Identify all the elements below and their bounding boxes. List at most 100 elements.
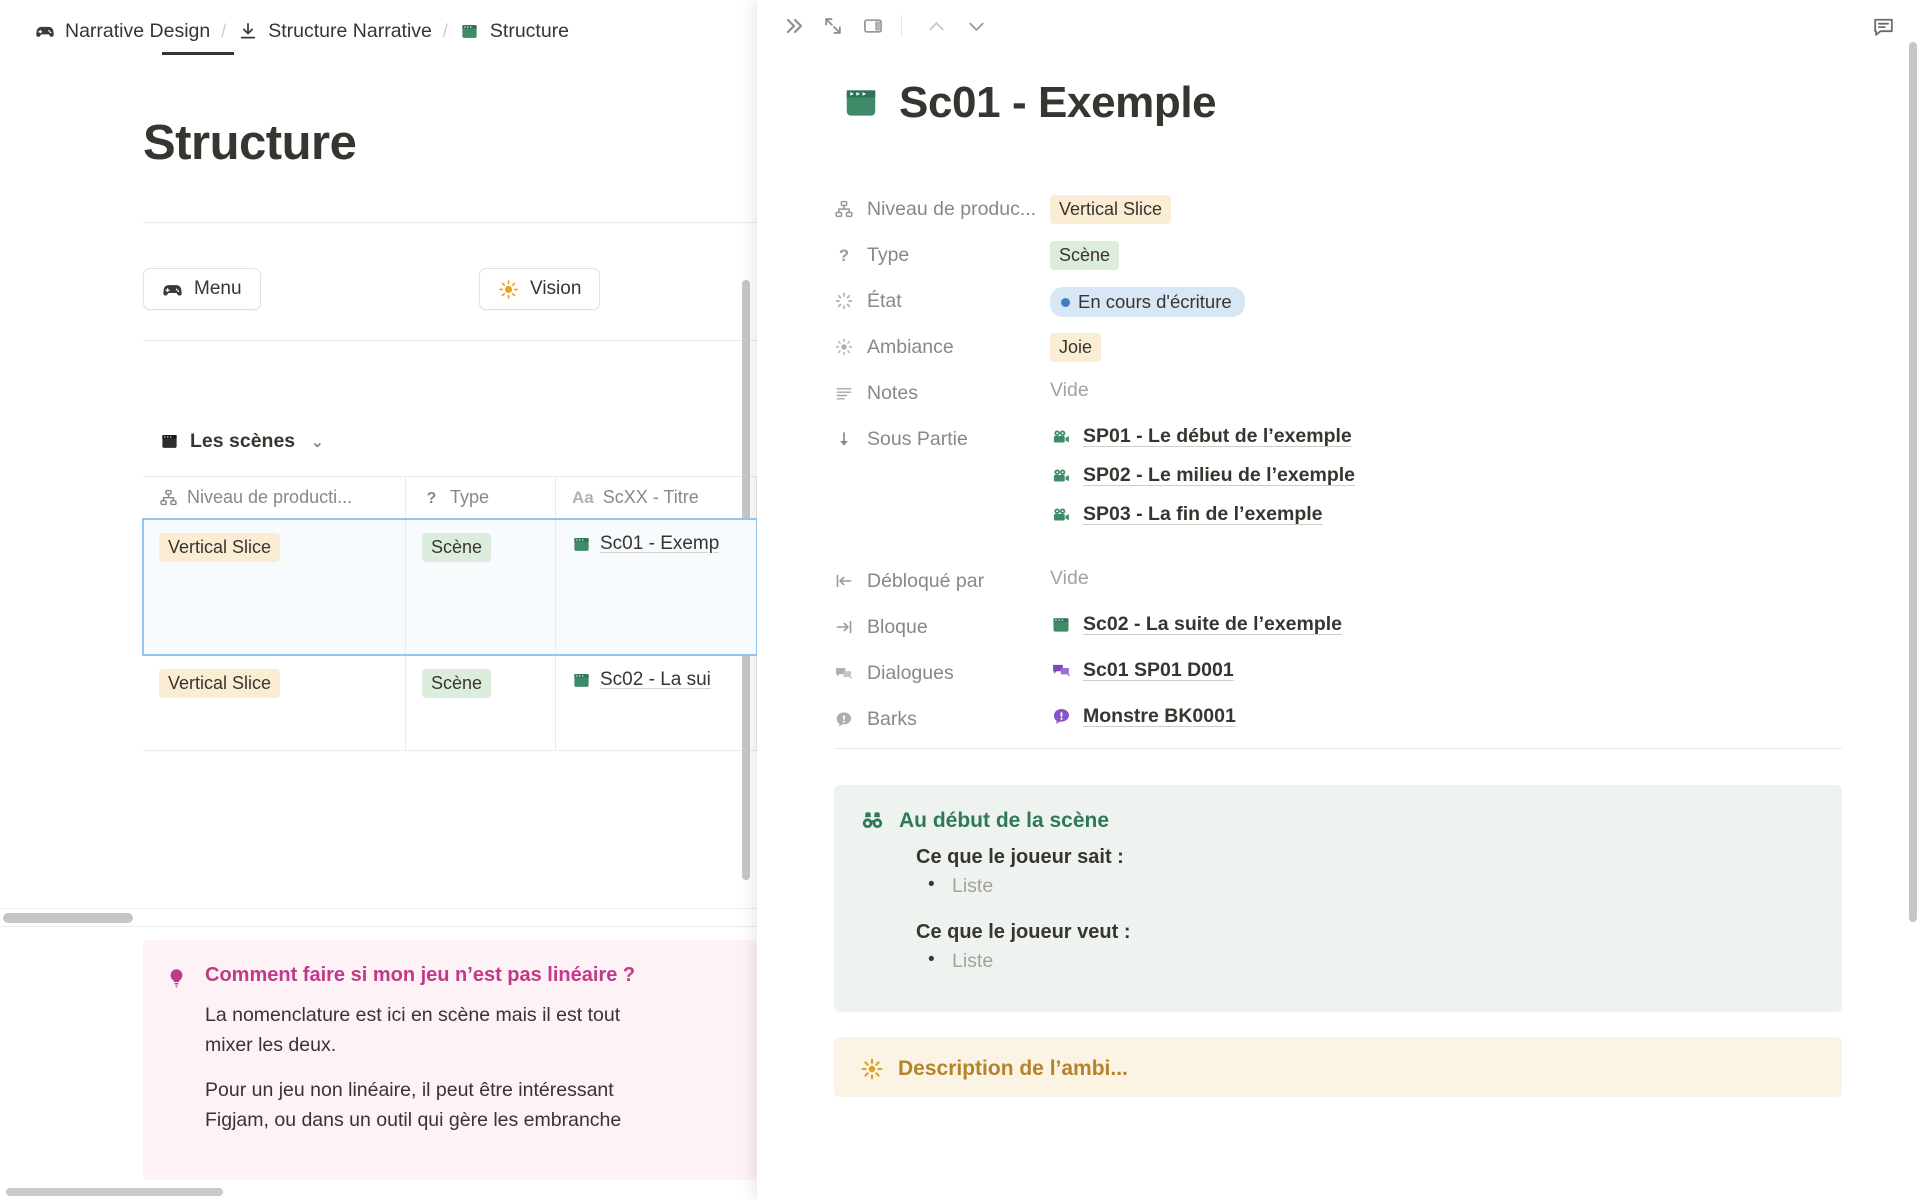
cell-type[interactable]: Scène bbox=[406, 519, 556, 655]
database-title[interactable]: Les scènes ⌄ bbox=[160, 430, 324, 453]
peek-vertical-scrollbar[interactable] bbox=[1909, 42, 1917, 922]
comment-icon[interactable] bbox=[1866, 9, 1900, 43]
callout-paragraph: Pour un jeu non linéaire, il peut être i… bbox=[205, 1079, 614, 1102]
callout-subheading: Ce que le joueur veut : bbox=[916, 921, 1131, 943]
titre-link[interactable]: Sc01 - Exemp bbox=[600, 533, 719, 555]
cell-niveau[interactable]: Vertical Slice bbox=[143, 655, 406, 751]
property-value[interactable]: Vide bbox=[1050, 562, 1844, 590]
relation-link[interactable]: SP01 - Le début de l’exemple bbox=[1083, 425, 1352, 448]
relation-item[interactable]: Sc02 - La suite de l’exemple bbox=[1050, 613, 1844, 636]
menu-button[interactable]: Menu bbox=[143, 268, 261, 310]
clapperboard-icon bbox=[572, 671, 591, 690]
ambiance-pill: Joie bbox=[1050, 333, 1102, 362]
property-value[interactable]: SP01 - Le début de l’exemple SP02 - Le m… bbox=[1050, 420, 1844, 526]
property-label[interactable]: Bloque bbox=[834, 608, 1050, 646]
bark-bubble-purple-icon bbox=[1050, 706, 1072, 728]
arrow-to-right-icon bbox=[834, 617, 854, 637]
breadcrumb-separator: / bbox=[221, 20, 227, 41]
relation-link[interactable]: SP03 - La fin de l’exemple bbox=[1083, 503, 1323, 526]
property-value[interactable]: Vertical Slice bbox=[1050, 190, 1844, 224]
chevron-down-icon[interactable]: ⌄ bbox=[311, 433, 324, 451]
callout-header: Description de l’ambi... bbox=[860, 1057, 1816, 1081]
next-page-button[interactable] bbox=[959, 9, 993, 43]
column-header-titre[interactable]: Aa ScXX - Titre bbox=[556, 477, 757, 518]
breadcrumb-item-structure[interactable]: Structure bbox=[451, 17, 577, 46]
cell-type[interactable]: Scène bbox=[406, 655, 556, 751]
property-row-barks: Barks Monstre BK0001 bbox=[834, 700, 1844, 746]
relation-link[interactable]: SP02 - Le milieu de l’exemple bbox=[1083, 464, 1355, 487]
scrollbar-thumb[interactable] bbox=[6, 1188, 223, 1196]
breadcrumb-item-narrative-design[interactable]: Narrative Design bbox=[26, 17, 218, 46]
callout-list-item[interactable]: Liste bbox=[928, 874, 1816, 898]
property-label[interactable]: État bbox=[834, 282, 1050, 320]
sparkle-icon bbox=[860, 1057, 884, 1081]
expand-icon[interactable] bbox=[816, 9, 850, 43]
table-horizontal-scrollbar[interactable] bbox=[0, 908, 757, 927]
menu-button-label: Menu bbox=[194, 278, 242, 299]
divider bbox=[143, 222, 757, 224]
callout-list-item[interactable]: Liste bbox=[928, 949, 1816, 973]
movie-camera-icon bbox=[1050, 465, 1072, 487]
property-row-sous-partie: Sous Partie SP01 - Le début de l’exemple… bbox=[834, 420, 1844, 562]
relation-link[interactable]: Sc02 - La suite de l’exemple bbox=[1083, 613, 1342, 636]
scrollbar-thumb[interactable] bbox=[3, 913, 133, 923]
property-label-text: Barks bbox=[867, 707, 917, 730]
column-header-type[interactable]: ? Type bbox=[406, 477, 556, 518]
niveau-pill: Vertical Slice bbox=[1050, 195, 1172, 224]
property-label[interactable]: Barks bbox=[834, 700, 1050, 738]
property-label[interactable]: ? Type bbox=[834, 236, 1050, 274]
status-badge-label: En cours d'écriture bbox=[1078, 291, 1232, 312]
vision-button[interactable]: Vision bbox=[479, 268, 601, 310]
property-row-type: ? Type Scène bbox=[834, 236, 1844, 282]
property-label[interactable]: Sous Partie bbox=[834, 420, 1050, 458]
table-row[interactable]: Vertical Slice Scène Sc02 - La sui bbox=[143, 655, 757, 751]
previous-page-button[interactable] bbox=[919, 9, 953, 43]
property-value[interactable]: Sc02 - La suite de l’exemple bbox=[1050, 608, 1844, 636]
property-row-dialogues: Dialogues Sc01 SP01 D001 bbox=[834, 654, 1844, 700]
sun-icon bbox=[834, 337, 854, 357]
cell-titre[interactable]: Sc01 - Exemp bbox=[556, 519, 757, 655]
empty-value: Vide bbox=[1050, 567, 1089, 589]
cell-titre[interactable]: Sc02 - La sui bbox=[556, 655, 757, 751]
column-header-niveau[interactable]: Niveau de producti... bbox=[143, 477, 406, 518]
niveau-pill: Vertical Slice bbox=[159, 669, 281, 698]
speech-bubbles-purple-icon bbox=[1050, 660, 1072, 682]
side-peek-icon[interactable] bbox=[856, 9, 890, 43]
property-value[interactable]: Sc01 SP01 D001 bbox=[1050, 654, 1844, 682]
callout-paragraph: mixer les deux. bbox=[205, 1033, 337, 1056]
property-label[interactable]: Débloqué par bbox=[834, 562, 1050, 600]
relation-item[interactable]: SP01 - Le début de l’exemple bbox=[1050, 425, 1844, 448]
titre-link[interactable]: Sc02 - La sui bbox=[600, 669, 711, 691]
column-header-label: Type bbox=[450, 487, 490, 507]
property-value[interactable]: Vide bbox=[1050, 374, 1844, 402]
relation-link[interactable]: Sc01 SP01 D001 bbox=[1083, 659, 1234, 682]
cell-niveau[interactable]: Vertical Slice bbox=[143, 519, 406, 655]
property-label[interactable]: Dialogues bbox=[834, 654, 1050, 692]
property-row-niveau-de-production: Niveau de produc... Vertical Slice bbox=[834, 190, 1844, 236]
relation-link[interactable]: Monstre BK0001 bbox=[1083, 705, 1236, 728]
document-title[interactable]: Sc01 - Exemple bbox=[842, 78, 1217, 128]
relation-item[interactable]: Monstre BK0001 bbox=[1050, 705, 1844, 728]
peek-content: Sc01 - Exemple Niveau de produc... Verti… bbox=[757, 52, 1920, 1200]
left-page: Narrative Design / Structure Narrative /… bbox=[0, 0, 757, 1200]
table-row[interactable]: Vertical Slice Scène Sc01 - Exemp bbox=[142, 518, 757, 656]
property-value[interactable]: Joie bbox=[1050, 328, 1844, 362]
property-value[interactable]: En cours d'écriture bbox=[1050, 282, 1844, 317]
property-value[interactable]: Scène bbox=[1050, 236, 1844, 270]
breadcrumb-item-structure-narrative[interactable]: Structure Narrative bbox=[229, 17, 440, 46]
relation-item[interactable]: SP02 - Le milieu de l’exemple bbox=[1050, 464, 1844, 487]
relation-item[interactable]: Sc01 SP01 D001 bbox=[1050, 659, 1844, 682]
callout-debut-de-scene: Au début de la scène Ce que le joueur sa… bbox=[834, 785, 1842, 1012]
clapperboard-icon bbox=[459, 20, 481, 42]
property-label[interactable]: Notes bbox=[834, 374, 1050, 412]
collapse-panel-button[interactable] bbox=[776, 9, 810, 43]
relation-item[interactable]: SP03 - La fin de l’exemple bbox=[1050, 503, 1844, 526]
property-value[interactable]: Monstre BK0001 bbox=[1050, 700, 1844, 728]
callout-paragraph: Figjam, ou dans un outil qui gère les em… bbox=[205, 1108, 622, 1131]
movie-camera-icon bbox=[1050, 426, 1072, 448]
property-label[interactable]: Niveau de produc... bbox=[834, 190, 1050, 228]
page-horizontal-scrollbar[interactable] bbox=[0, 1184, 757, 1200]
clapperboard-icon bbox=[572, 535, 591, 554]
property-label[interactable]: Ambiance bbox=[834, 328, 1050, 366]
